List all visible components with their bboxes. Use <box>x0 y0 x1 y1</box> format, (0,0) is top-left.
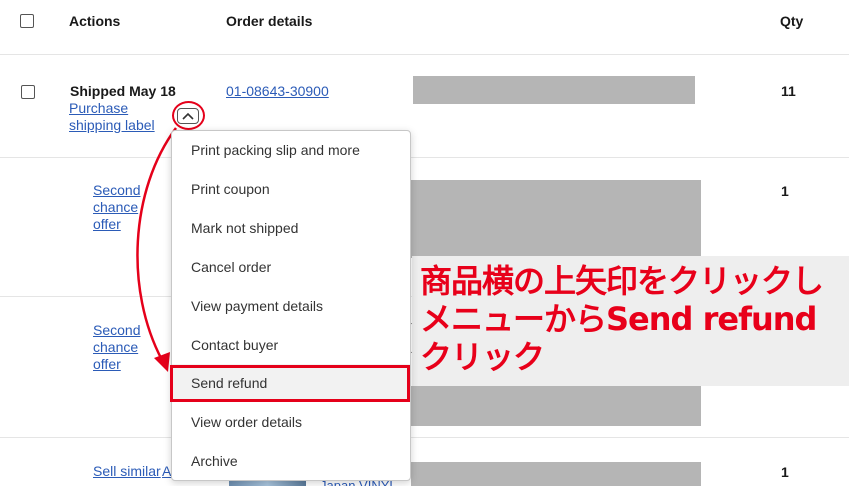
row-checkbox[interactable] <box>21 85 35 99</box>
menu-item-contact-buyer[interactable]: Contact buyer <box>172 326 410 364</box>
order-id-link[interactable]: 01-08643-30900 <box>226 83 329 100</box>
table-header: Actions Order details Qty <box>0 0 849 55</box>
menu-item-view-order-details[interactable]: View order details <box>172 403 410 441</box>
actions-menu: Print packing slip and more Print coupon… <box>171 130 411 481</box>
annotation-line-3: クリック <box>420 338 545 376</box>
shipped-status: Shipped May 18 <box>70 83 176 99</box>
annotation-text: 商品横の上矢印をクリックし メニューからSend refund クリック <box>420 262 849 376</box>
sell-similar-link[interactable]: Sell similar <box>93 463 161 480</box>
purchase-shipping-label-link[interactable]: Purchase shipping label <box>69 100 169 134</box>
annotation-circle <box>172 101 205 130</box>
select-all-checkbox[interactable] <box>20 14 34 28</box>
annotation-line-1: 商品横の上矢印をクリックし <box>420 262 824 300</box>
order-details-header: Order details <box>226 13 313 29</box>
annotation-highlight-box <box>170 365 410 402</box>
annotation-line-2: メニューからSend refund <box>420 300 817 338</box>
second-chance-offer-link[interactable]: Second chance offer <box>93 182 148 233</box>
row-divider <box>0 437 849 438</box>
menu-item-mark-not-shipped[interactable]: Mark not shipped <box>172 209 410 247</box>
qty-value: 1 <box>781 464 789 480</box>
menu-item-archive[interactable]: Archive <box>172 442 410 480</box>
second-chance-offer-link[interactable]: Second chance offer <box>93 322 148 373</box>
redacted-item-title <box>411 386 701 426</box>
redacted-item-title <box>413 76 695 104</box>
menu-item-print-packing-slip[interactable]: Print packing slip and more <box>172 131 410 169</box>
menu-item-print-coupon[interactable]: Print coupon <box>172 170 410 208</box>
menu-item-view-payment-details[interactable]: View payment details <box>172 287 410 325</box>
row-divider <box>0 157 849 158</box>
redacted-item-title <box>411 180 701 258</box>
qty-value: 1 <box>781 183 789 199</box>
menu-item-cancel-order[interactable]: Cancel order <box>172 248 410 286</box>
actions-header: Actions <box>69 13 121 29</box>
redacted-item-title <box>411 462 701 486</box>
qty-value: 11 <box>781 83 796 99</box>
qty-header: Qty <box>780 13 804 29</box>
